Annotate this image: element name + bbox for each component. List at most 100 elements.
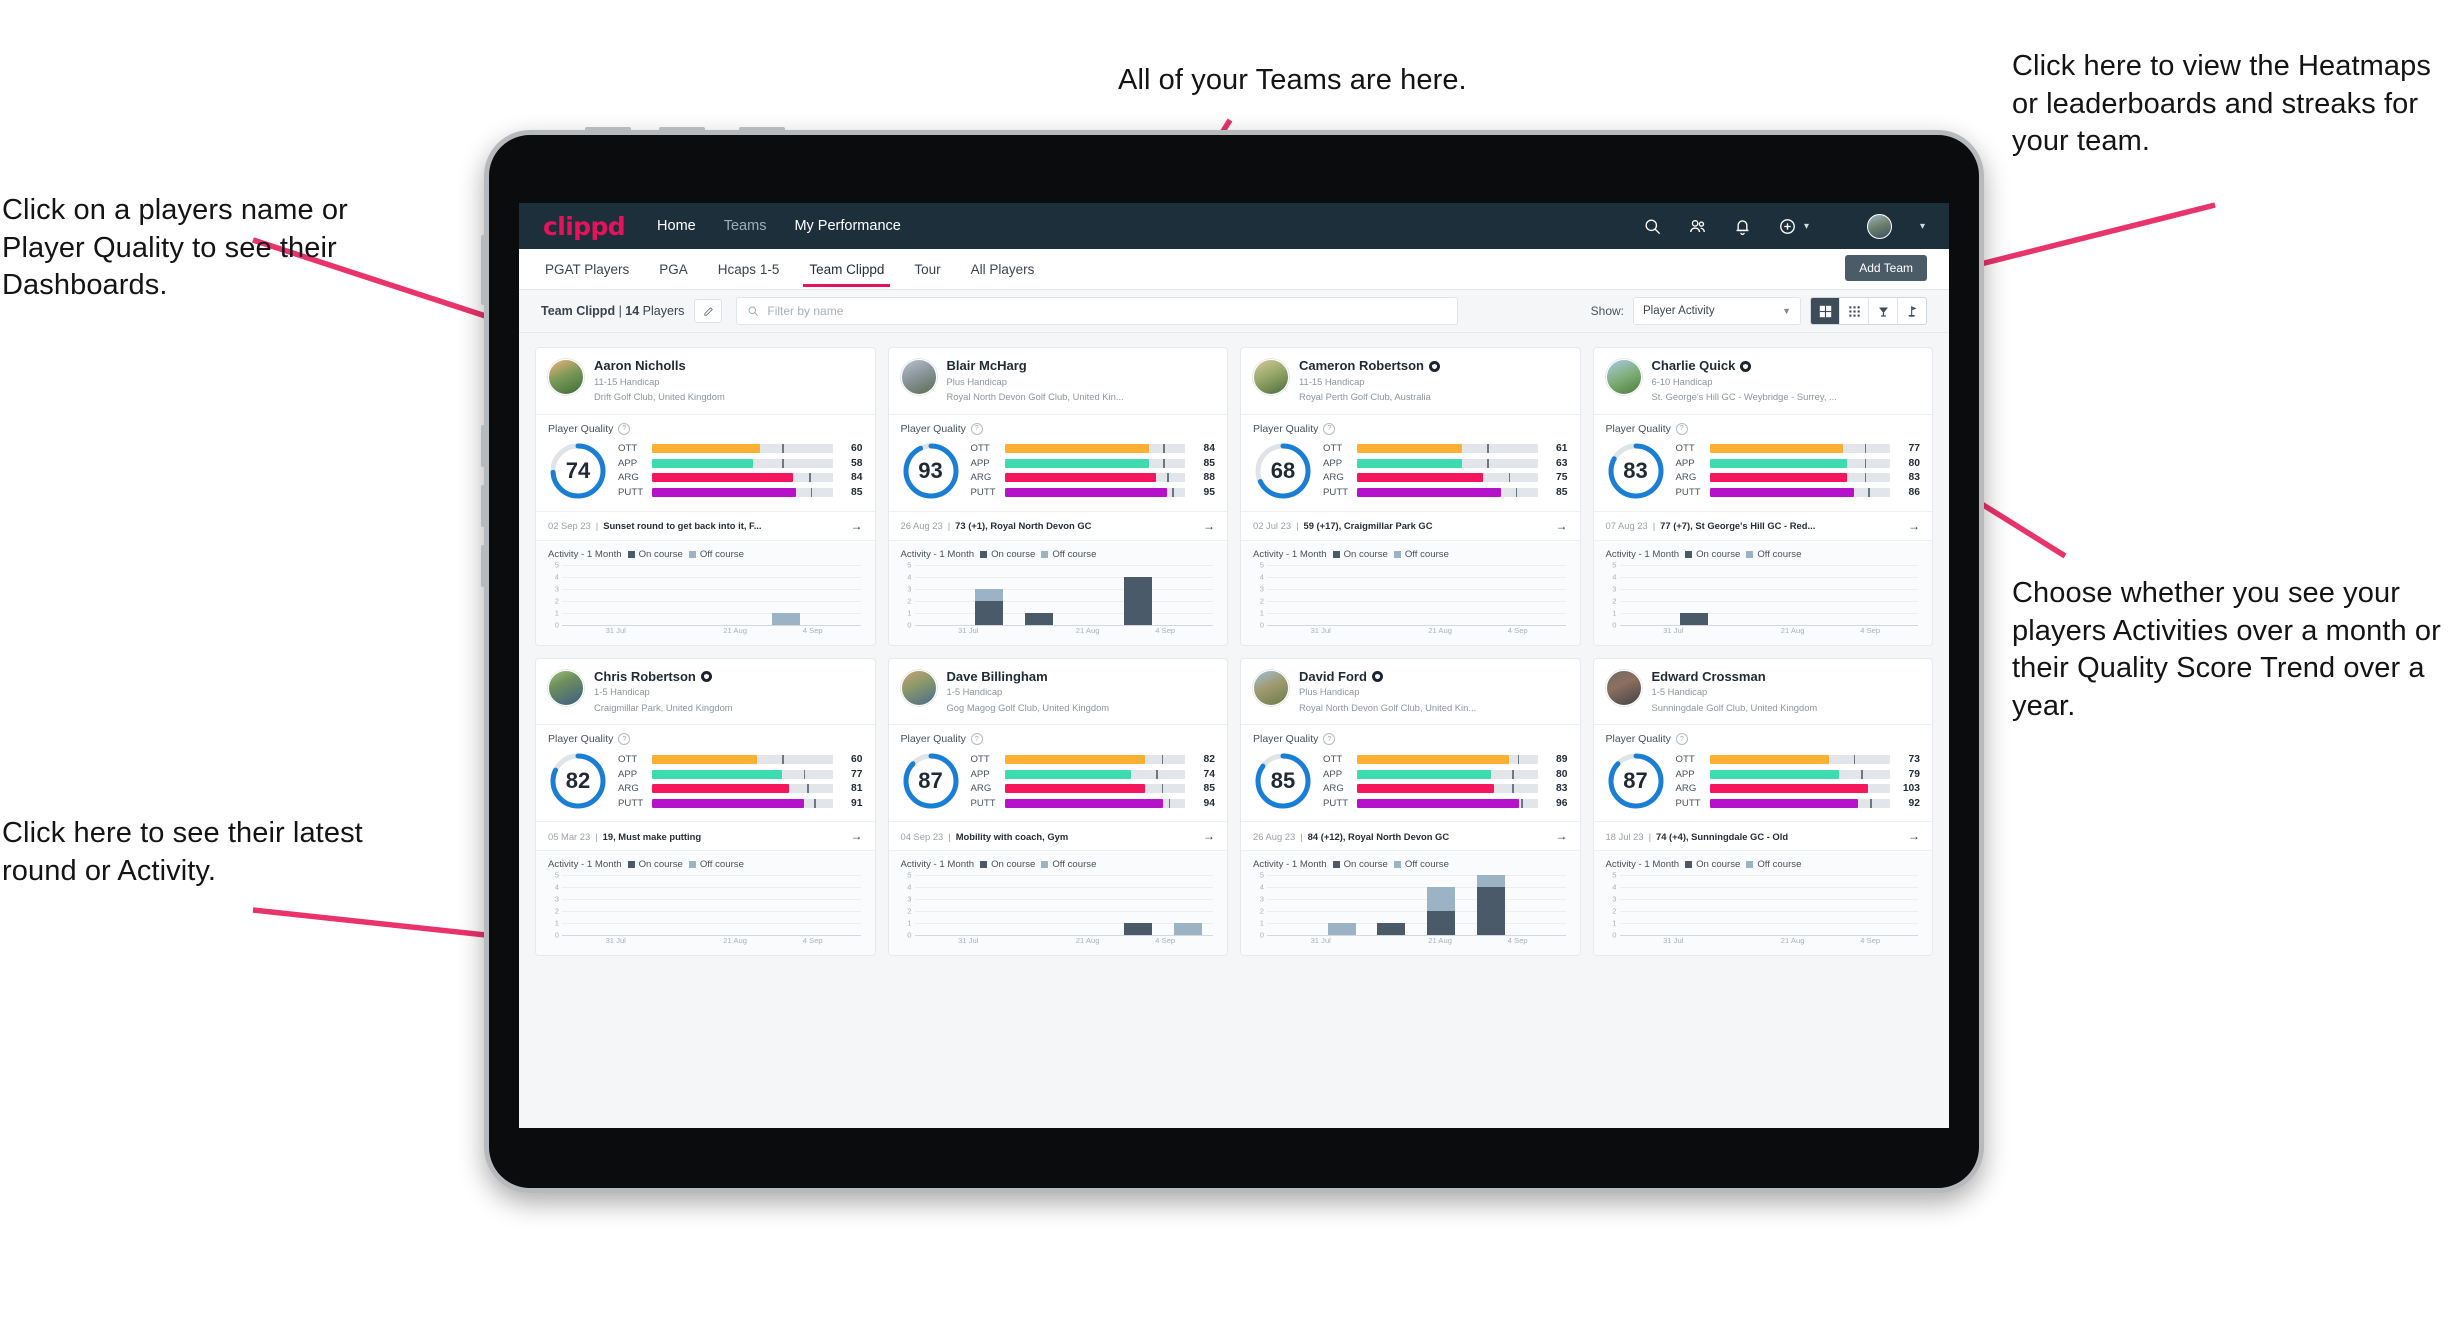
legend-swatch-off-course [688,861,696,869]
player-card[interactable]: David Ford Plus Handicap Royal North Dev… [1240,657,1581,957]
tab-pga[interactable]: PGA [657,251,690,287]
latest-round-row[interactable]: 02 Jul 23 | 59 (+17), Craigmillar Park G… [1241,510,1580,540]
latest-round-row[interactable]: 05 Mar 23 | 19, Must make putting → [536,821,875,850]
arrow-right-icon[interactable]: → [1902,829,1920,843]
player-quality-section[interactable]: Player Quality ? 82 OTT 60 APP 77 ARG 81… [536,724,875,821]
player-card-header[interactable]: Aaron Nicholls 11-15 Handicap Drift Golf… [536,348,875,414]
bell-icon[interactable] [1733,217,1752,236]
player-name[interactable]: Aaron Nicholls [594,358,725,373]
people-icon[interactable] [1688,217,1707,236]
player-card[interactable]: Blair McHarg Plus Handicap Royal North D… [887,347,1228,646]
player-card-header[interactable]: Edward Crossman 1-5 Handicap Sunningdale… [1594,659,1933,725]
clippd-logo[interactable]: clippd [543,212,626,241]
player-name[interactable]: Chris Robertson [594,669,733,684]
help-icon[interactable]: ? [618,422,631,435]
player-card[interactable]: Charlie Quick 6-10 Handicap St. George's… [1592,347,1933,646]
player-quality-section[interactable]: Player Quality ? 87 OTT 73 APP 79 ARG 10… [1593,724,1932,821]
player-name[interactable]: Blair McHarg [947,358,1124,373]
player-quality-section[interactable]: Player Quality ? 74 OTT 60 APP 58 ARG 84… [536,413,875,511]
gridline [914,899,1213,901]
arrow-right-icon[interactable]: → [845,519,863,533]
show-select[interactable]: Player Activity ▼ [1633,297,1801,325]
tab-hcaps-1-5[interactable]: Hcaps 1-5 [716,251,782,287]
plus-chevron-down-icon[interactable]: ▾ [1804,221,1809,232]
latest-round-row[interactable]: 04 Sep 23 | Mobility with coach, Gym → [888,821,1227,850]
player-quality-section[interactable]: Player Quality ? 83 OTT 77 APP 80 ARG 83… [1593,413,1932,511]
player-card[interactable]: Aaron Nicholls 11-15 Handicap Drift Golf… [535,347,876,646]
player-card-header[interactable]: Dave Billingham 1-5 Handicap Gog Magog G… [889,659,1228,725]
tab-pgat-players[interactable]: PGAT Players [543,251,631,287]
player-avatar[interactable] [548,669,584,706]
latest-round-row[interactable]: 26 Aug 23 | 84 (+12), Royal North Devon … [1241,821,1580,850]
player-card[interactable]: Cameron Robertson 11-15 Handicap Royal P… [1240,347,1581,646]
nav-link-teams[interactable]: Teams [724,218,767,234]
grid-view-icon[interactable] [1811,298,1840,324]
player-card-header[interactable]: David Ford Plus Handicap Royal North Dev… [1241,659,1580,725]
search-icon[interactable] [1643,217,1662,236]
search-input[interactable]: Filter by name [736,297,1459,325]
pencil-icon[interactable] [694,299,723,323]
player-name[interactable]: Edward Crossman [1652,669,1818,684]
player-card-header[interactable]: Cameron Robertson 11-15 Handicap Royal P… [1241,348,1580,414]
player-card-header[interactable]: Charlie Quick 6-10 Handicap St. George's… [1594,348,1933,414]
player-quality-section[interactable]: Player Quality ? 93 OTT 84 APP 85 ARG 88… [888,413,1227,511]
player-name[interactable]: David Ford [1299,669,1476,684]
player-name[interactable]: Cameron Robertson [1299,358,1440,373]
arrow-right-icon[interactable]: → [1902,519,1920,533]
metric-label: PUTT [618,797,644,809]
help-icon[interactable]: ? [1323,422,1336,435]
player-handicap: 1-5 Handicap [1651,686,1708,698]
add-team-button[interactable]: Add Team [1845,255,1927,281]
player-avatar[interactable] [900,669,937,706]
tab-all-players[interactable]: All Players [969,251,1037,287]
help-icon[interactable]: ? [618,733,631,746]
player-quality-section[interactable]: Player Quality ? 85 OTT 89 APP 80 ARG 83… [1241,724,1580,821]
help-icon[interactable]: ? [1675,733,1688,746]
avatar[interactable] [1866,213,1892,239]
player-card[interactable]: Dave Billingham 1-5 Handicap Gog Magog G… [887,657,1228,957]
arrow-right-icon[interactable]: → [1550,829,1568,843]
help-icon[interactable]: ? [1323,733,1336,746]
top-navigation-bar: clippd Home Teams My Performance ▾ ▾ [519,203,1949,249]
player-name[interactable]: Dave Billingham [947,669,1110,684]
metric-row: ARG 84 [618,472,863,483]
golf-flag-icon[interactable] [1898,298,1926,324]
arrow-right-icon[interactable]: → [1197,829,1215,843]
latest-round-row[interactable]: 07 Aug 23 | 77 (+7), St George's Hill GC… [1593,510,1932,540]
player-name[interactable]: Charlie Quick [1652,358,1837,373]
arrow-right-icon[interactable]: → [1550,519,1568,533]
avatar-chevron-down-icon[interactable]: ▾ [1920,221,1925,232]
player-quality-section[interactable]: Player Quality ? 68 OTT 61 APP 63 ARG 75… [1241,413,1580,511]
player-card[interactable]: Chris Robertson 1-5 Handicap Craigmillar… [535,657,876,957]
help-icon[interactable]: ? [970,422,983,435]
player-card[interactable]: Edward Crossman 1-5 Handicap Sunningdale… [1592,657,1933,957]
activity-bar [975,588,1004,625]
plus-circle-icon[interactable] [1778,217,1797,236]
metric-bars: OTT 60 APP 58 ARG 84 PUTT 85 [618,443,863,498]
device-top-button-1 [585,127,631,135]
player-avatar[interactable] [1605,669,1642,706]
player-card-header[interactable]: Blair McHarg Plus Handicap Royal North D… [889,348,1228,414]
latest-round-row[interactable]: 26 Aug 23 | 73 (+1), Royal North Devon G… [888,510,1227,540]
latest-round-row[interactable]: 02 Sep 23 | Sunset round to get back int… [536,510,875,540]
nav-link-my-performance[interactable]: My Performance [794,218,900,234]
player-avatar[interactable] [1253,669,1289,706]
player-avatar[interactable] [548,359,584,395]
player-avatar[interactable] [1253,359,1289,395]
arrow-right-icon[interactable]: → [1197,519,1215,533]
tab-team-clippd[interactable]: Team Clippd [803,251,891,287]
player-card-header[interactable]: Chris Robertson 1-5 Handicap Craigmillar… [536,659,875,725]
player-avatar[interactable] [900,359,937,395]
player-avatar[interactable] [1605,359,1642,395]
tab-tour[interactable]: Tour [912,251,942,287]
y-axis-tick: 0 [1612,620,1617,630]
heatmap-trophy-icon[interactable] [1869,298,1898,324]
nav-link-home[interactable]: Home [657,218,696,234]
player-quality-section[interactable]: Player Quality ? 87 OTT 82 APP 74 ARG 85… [888,724,1227,821]
help-icon[interactable]: ? [1675,422,1688,435]
metric-value: 81 [851,783,863,795]
dots-grid-view-icon[interactable] [1840,298,1869,324]
arrow-right-icon[interactable]: → [845,829,863,843]
help-icon[interactable]: ? [970,733,983,746]
latest-round-row[interactable]: 18 Jul 23 | 74 (+4), Sunningdale GC - Ol… [1593,821,1932,850]
